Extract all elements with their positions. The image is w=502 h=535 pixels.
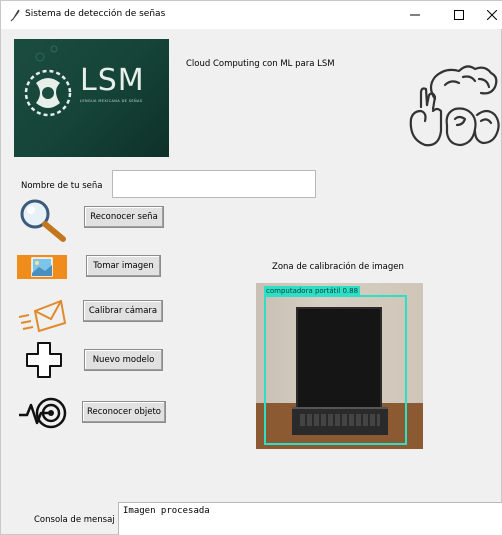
console-label: Consola de mensaj bbox=[34, 515, 115, 525]
app-window: Sistema de detección de señas LSM LENGUA… bbox=[0, 0, 502, 535]
sign-name-label: Nombre de tu seña bbox=[21, 181, 103, 191]
detection-box bbox=[264, 295, 407, 445]
target-icon bbox=[19, 397, 67, 429]
magnifier-icon bbox=[20, 199, 66, 242]
hands-emblem-icon bbox=[24, 69, 72, 117]
console-output[interactable]: Imagen procesada bbox=[118, 502, 502, 535]
window-title: Sistema de detección de señas bbox=[25, 9, 166, 19]
maximize-button[interactable] bbox=[437, 1, 481, 29]
plus-icon bbox=[26, 342, 62, 378]
take-image-button[interactable]: Tomar imagen bbox=[86, 255, 161, 277]
sign-name-input[interactable] bbox=[112, 170, 316, 198]
maximize-icon bbox=[454, 10, 464, 20]
recognize-object-button[interactable]: Reconocer objeto bbox=[82, 401, 166, 423]
lsm-logo: LSM LENGUA MEXICANA DE SEÑAS bbox=[14, 39, 169, 157]
app-subtitle: Cloud Computing con ML para LSM bbox=[186, 59, 335, 69]
decorative-circles-icon bbox=[35, 45, 58, 62]
minimize-icon bbox=[410, 14, 420, 16]
new-model-button[interactable]: Nuevo modelo bbox=[84, 349, 163, 371]
recognize-sign-button[interactable]: Reconocer seña bbox=[84, 206, 164, 228]
photo-icon bbox=[17, 255, 67, 279]
logo-title: LSM bbox=[80, 63, 145, 98]
close-button[interactable] bbox=[481, 1, 502, 29]
calibration-title: Zona de calibración de imagen bbox=[272, 262, 404, 272]
detection-label: computadora portátil 0.88 bbox=[264, 286, 361, 296]
close-icon bbox=[487, 10, 497, 20]
minimize-button[interactable] bbox=[393, 1, 437, 29]
sign-language-hands-icon bbox=[409, 65, 500, 147]
feather-icon bbox=[10, 9, 20, 22]
title-bar[interactable]: Sistema de detección de señas bbox=[1, 1, 502, 29]
calibrate-camera-button[interactable]: Calibrar cámara bbox=[83, 300, 163, 322]
logo-subtitle: LENGUA MEXICANA DE SEÑAS bbox=[80, 99, 143, 103]
send-mail-icon bbox=[18, 299, 67, 333]
calibration-image: computadora portátil 0.88 bbox=[256, 283, 423, 449]
